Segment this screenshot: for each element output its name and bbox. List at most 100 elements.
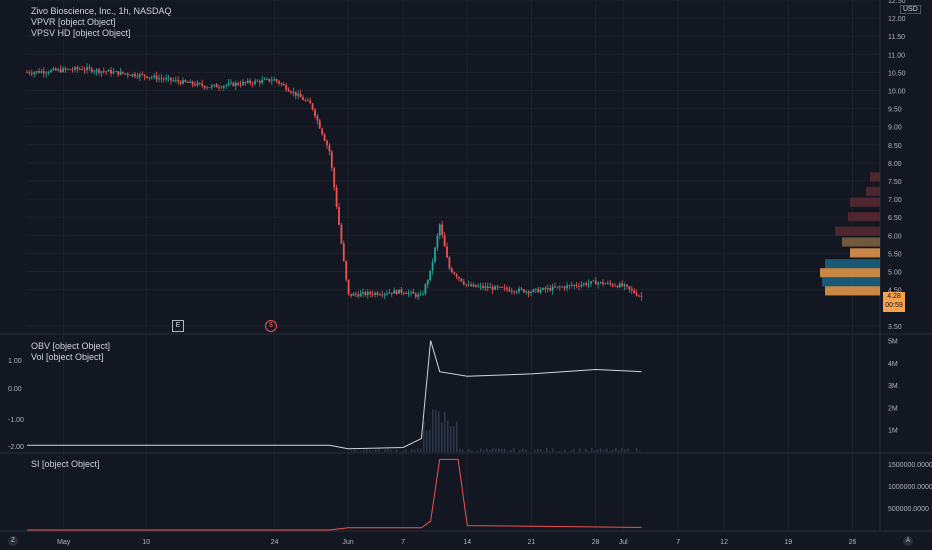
volume-bar: [489, 449, 491, 452]
candle-body: [582, 283, 585, 285]
volume-bar: [420, 448, 422, 452]
obv-right-tick-label: 4M: [888, 361, 898, 368]
candle-body: [59, 69, 62, 73]
candle-body: [477, 286, 480, 288]
candle-body: [203, 85, 206, 88]
candle-body: [64, 68, 67, 70]
candle-body: [136, 76, 139, 78]
candle-body: [357, 294, 360, 297]
candle-body: [364, 291, 367, 296]
candle-body: [170, 77, 172, 81]
time-tick-label: Jul: [619, 539, 628, 546]
price-tick-label: 7.00: [888, 197, 902, 204]
candle-body: [165, 78, 168, 80]
dividend-marker[interactable]: $: [265, 320, 277, 332]
candle-body: [542, 287, 544, 290]
candle-body: [383, 293, 386, 295]
candle-body: [508, 289, 511, 292]
currency-label[interactable]: USD: [900, 5, 921, 14]
candle-body: [38, 71, 40, 73]
candle-body: [194, 84, 196, 86]
indicator-vol[interactable]: Vol [object Object]: [31, 352, 104, 362]
volume-profile-bar: [825, 259, 880, 269]
volume-bar: [594, 450, 596, 452]
candle-body: [282, 83, 285, 86]
earnings-marker[interactable]: E: [172, 320, 184, 332]
candle-body: [390, 292, 393, 294]
candle-body: [530, 291, 532, 294]
volume-bar: [429, 429, 431, 452]
candle-body: [47, 72, 50, 74]
candle-body: [304, 100, 307, 101]
candle-body: [604, 283, 607, 285]
candle-body: [129, 75, 132, 76]
volume-bar: [534, 449, 536, 452]
candle-body: [201, 83, 204, 86]
indicator-vpvr[interactable]: VPVR [object Object]: [31, 17, 116, 27]
candle-body: [621, 283, 624, 286]
candle-body: [441, 224, 444, 235]
candle-body: [479, 285, 482, 287]
candle-body: [414, 293, 417, 297]
volume-bar: [543, 451, 545, 452]
candle-body: [93, 71, 96, 73]
candle-body: [225, 85, 228, 87]
candle-body: [26, 72, 28, 74]
candle-body: [546, 287, 549, 290]
obv-left-tick-label: -2.00: [8, 444, 24, 451]
candle-body: [54, 68, 57, 71]
candle-body: [443, 234, 446, 247]
volume-bar: [588, 451, 590, 452]
volume-bar: [483, 450, 485, 452]
zoom-button[interactable]: Z: [8, 536, 18, 546]
candle-body: [196, 82, 199, 86]
time-tick-label: 26: [849, 539, 857, 546]
si-line: [27, 458, 642, 531]
volume-bar: [525, 449, 527, 452]
candle-body: [376, 292, 379, 295]
volume-profile-bar: [866, 186, 880, 196]
obv-right-tick-label: 5M: [888, 338, 898, 345]
candle-body: [311, 103, 314, 110]
candle-body: [482, 285, 484, 288]
volume-bar: [444, 412, 446, 452]
candle-body: [630, 288, 633, 291]
price-tick-label: 3.50: [888, 324, 902, 331]
candle-body: [618, 283, 621, 288]
volume-bar: [600, 448, 602, 452]
candle-body: [239, 84, 242, 86]
time-tick-label: 21: [528, 539, 536, 546]
candle-body: [503, 287, 506, 289]
candle-body: [640, 295, 643, 297]
candle-body: [429, 270, 432, 281]
volume-bar: [372, 451, 374, 452]
candle-body: [285, 85, 288, 90]
candle-body: [198, 82, 201, 84]
last-price-tag: 4.28 00:59: [883, 292, 905, 312]
price-tick-label: 10.00: [888, 88, 906, 95]
candle-body: [290, 91, 292, 93]
indicator-si[interactable]: SI [object Object]: [31, 459, 100, 469]
time-tick-label: 24: [271, 539, 279, 546]
candle-body: [470, 284, 472, 287]
auto-scale-button[interactable]: A: [903, 536, 913, 546]
candle-body: [258, 81, 261, 83]
volume-bar: [591, 448, 593, 452]
candle-body: [407, 292, 410, 295]
candle-body: [491, 286, 494, 290]
candle-body: [263, 79, 266, 80]
candle-body: [114, 71, 117, 72]
indicator-vpsv[interactable]: VPSV HD [object Object]: [31, 28, 131, 38]
candle-body: [330, 151, 333, 168]
candle-body: [388, 292, 391, 294]
candle-body: [474, 284, 477, 287]
volume-bar: [369, 449, 371, 452]
candle-body: [340, 224, 343, 244]
indicator-obv[interactable]: OBV [object Object]: [31, 341, 110, 351]
volume-bar: [354, 449, 356, 452]
candle-body: [40, 71, 43, 73]
candle-body: [220, 87, 223, 89]
candle-body: [184, 80, 187, 82]
volume-bar: [498, 448, 500, 452]
candle-body: [275, 79, 278, 82]
